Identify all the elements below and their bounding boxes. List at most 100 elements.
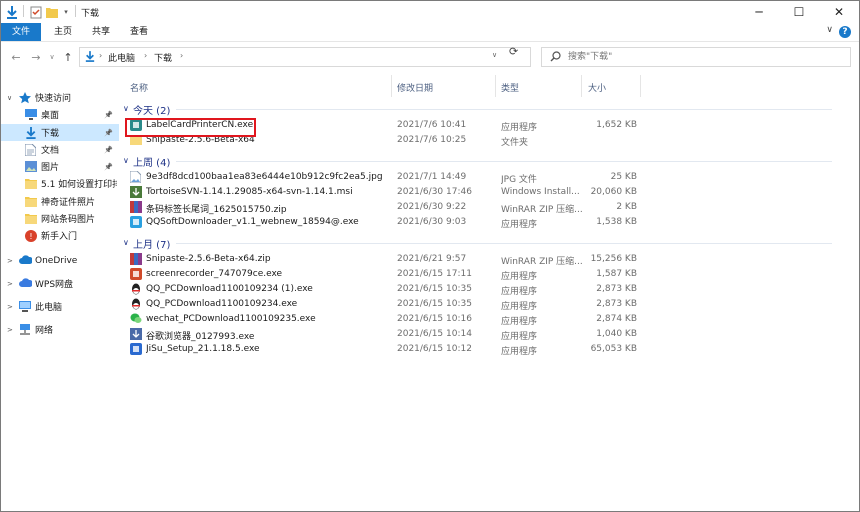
folder-icon — [25, 213, 37, 225]
sidebar-item[interactable]: > 此电脑 — [1, 298, 119, 315]
sidebar-item[interactable]: 5.1 如何设置打印排 — [1, 175, 119, 192]
help-icon[interactable]: ? — [839, 26, 851, 38]
cloud-icon — [19, 277, 34, 290]
sidebar-item[interactable]: 下载 📌 — [1, 124, 119, 141]
sidebar-item[interactable]: > OneDrive — [1, 252, 119, 269]
table-row[interactable]: Snipaste-2.5.6-Beta-x64.zip 2021/6/21 9:5… — [120, 252, 840, 267]
file-name: screenrecorder_747079ce.exe — [146, 269, 283, 279]
table-row[interactable]: JiSu_Setup_21.1.18.5.exe 2021/6/15 10:12 应… — [120, 342, 840, 357]
column-name[interactable]: 名称 — [130, 81, 148, 94]
file-size: 1,587 KB — [596, 269, 637, 279]
file-size: 2,874 KB — [596, 314, 637, 324]
pin-icon[interactable]: 📌 — [104, 129, 113, 137]
sidebar-item[interactable]: 文档 📌 — [1, 141, 119, 158]
close-button[interactable]: ✕ — [819, 1, 859, 23]
file-name: 谷歌浏览器_0127993.exe — [146, 332, 255, 342]
pin-icon[interactable]: 📌 — [104, 146, 113, 154]
expand-chevron-icon[interactable]: > — [7, 280, 13, 288]
column-date[interactable]: 修改日期 — [397, 81, 433, 94]
chevron-down-icon[interactable]: ∨ — [123, 238, 129, 247]
file-name: QQ_PCDownload1100109234 (1).exe — [146, 284, 313, 294]
column-type[interactable]: 类型 — [501, 81, 519, 94]
sidebar-item[interactable]: > 网络 — [1, 321, 119, 338]
refresh-icon[interactable]: ⟳ — [509, 45, 518, 58]
tab-view[interactable]: 查看 — [121, 23, 157, 41]
sidebar-item[interactable]: > WPS网盘 — [1, 275, 119, 292]
expand-chevron-icon[interactable]: > — [7, 303, 13, 311]
column-divider[interactable] — [640, 75, 641, 97]
desktop-icon — [25, 108, 37, 121]
file-date: 2021/6/15 10:16 — [397, 314, 472, 324]
sidebar-item[interactable]: 桌面 📌 — [1, 106, 119, 123]
sidebar-item-label: 文档 — [41, 146, 60, 156]
file-size: 2,873 KB — [596, 299, 637, 309]
table-row[interactable]: 谷歌浏览器_0127993.exe 2021/6/15 10:14 应用程序 1,04… — [120, 327, 840, 342]
table-row[interactable]: QQ_PCDownload1100109234 (1).exe 2021/6/15… — [120, 282, 840, 297]
table-row[interactable]: wechat_PCDownload1100109235.exe 2021/6/15… — [120, 312, 840, 327]
address-bar[interactable]: › 此电脑 › 下载 › ∨ — [79, 47, 531, 67]
file-name: TortoiseSVN-1.14.1.29085-x64-svn-1.14.1.… — [146, 187, 353, 197]
ribbon-expand-icon[interactable]: ∨ — [826, 25, 833, 35]
group-divider — [176, 243, 832, 244]
group-label: 上周 (4) — [133, 158, 171, 169]
column-divider[interactable] — [391, 75, 392, 97]
breadcrumb-this-pc[interactable]: 此电脑 — [108, 51, 135, 64]
sidebar-item-label: 神奇证件照片 — [41, 198, 96, 208]
navigation-pane: ∨ 快速访问 桌面 📌 下载 📌 文档 📌 图片 📌 5.1 如何设置打印排 神奇证件照片 网站条码图片… — [1, 73, 119, 511]
file-date: 2021/7/1 14:49 — [397, 172, 467, 182]
group-header[interactable]: ∨ 今天 (2) — [120, 102, 840, 117]
expand-chevron-icon[interactable]: > — [7, 326, 13, 334]
up-arrow-icon[interactable]: ↑ — [61, 49, 75, 65]
table-row[interactable]: QQ_PCDownload1100109234.exe 2021/6/15 10:… — [120, 297, 840, 312]
tab-file[interactable]: 文件 — [1, 23, 41, 41]
search-input[interactable] — [568, 49, 838, 65]
pin-icon[interactable]: 📌 — [104, 111, 113, 119]
chevron-down-icon[interactable]: ▾ — [61, 5, 71, 19]
recent-locations-icon[interactable]: ∨ — [47, 49, 57, 65]
chevron-down-icon[interactable]: ∨ — [123, 104, 129, 113]
vertical-scrollbar[interactable] — [849, 73, 859, 511]
sidebar-item[interactable]: ∨ 快速访问 — [1, 89, 119, 106]
file-size: 1,040 KB — [596, 329, 637, 339]
sidebar-item[interactable]: ! 新手入门 — [1, 227, 119, 244]
installer-icon — [130, 186, 142, 198]
file-size: 25 KB — [610, 172, 637, 182]
file-name: Snipaste-2.5.6-Beta-x64.zip — [146, 254, 271, 264]
file-type: 文件夹 — [501, 138, 529, 148]
expand-chevron-icon[interactable]: ∨ — [7, 94, 12, 102]
column-size[interactable]: 大小 — [588, 81, 606, 94]
table-row[interactable]: QQSoftDownloader_v1.1_webnew_18594@.exe 2… — [120, 215, 840, 230]
column-divider[interactable] — [495, 75, 496, 97]
file-size: 65,053 KB — [590, 344, 637, 354]
group-header[interactable]: ∨ 上周 (4) — [120, 154, 840, 169]
minimize-button[interactable]: ─ — [739, 1, 779, 23]
maximize-button[interactable]: ☐ — [779, 1, 819, 23]
table-row[interactable]: 条码标签长尾词_1625015750.zip 2021/6/30 9:22 WinR… — [120, 200, 840, 215]
new-folder-icon[interactable] — [45, 5, 59, 19]
group-header[interactable]: ∨ 上月 (7) — [120, 236, 840, 251]
column-divider[interactable] — [581, 75, 582, 97]
qq-icon — [130, 298, 142, 310]
file-name: wechat_PCDownload1100109235.exe — [146, 314, 316, 324]
back-arrow-icon[interactable]: ← — [9, 49, 23, 65]
table-row[interactable]: 9e3df8dcd100baa1ea83e6444e10b912c9fc2ea5… — [120, 170, 840, 185]
expand-chevron-icon[interactable]: > — [7, 257, 13, 265]
pin-icon[interactable]: 📌 — [104, 163, 113, 171]
tab-share[interactable]: 共享 — [83, 23, 119, 41]
file-name: QQ_PCDownload1100109234.exe — [146, 299, 298, 309]
sidebar-item-label: 快速访问 — [35, 94, 72, 104]
table-row[interactable]: screenrecorder_747079ce.exe 2021/6/15 17:… — [120, 267, 840, 282]
chevron-down-icon[interactable]: ∨ — [123, 156, 129, 165]
tab-home[interactable]: 主页 — [45, 23, 81, 41]
breadcrumb-downloads[interactable]: 下载 — [154, 51, 172, 64]
properties-icon[interactable] — [29, 5, 43, 19]
sidebar-item[interactable]: 神奇证件照片 — [1, 193, 119, 210]
star-icon — [19, 91, 31, 104]
sidebar-item[interactable]: 网站条码图片 — [1, 210, 119, 227]
forward-arrow-icon[interactable]: → — [29, 49, 43, 65]
search-box[interactable] — [541, 47, 851, 67]
table-row[interactable]: TortoiseSVN-1.14.1.29085-x64-svn-1.14.1.… — [120, 185, 840, 200]
sidebar-item[interactable]: 图片 📌 — [1, 158, 119, 175]
file-size: 20,060 KB — [590, 187, 637, 197]
address-dropdown-icon[interactable]: ∨ — [492, 51, 497, 59]
